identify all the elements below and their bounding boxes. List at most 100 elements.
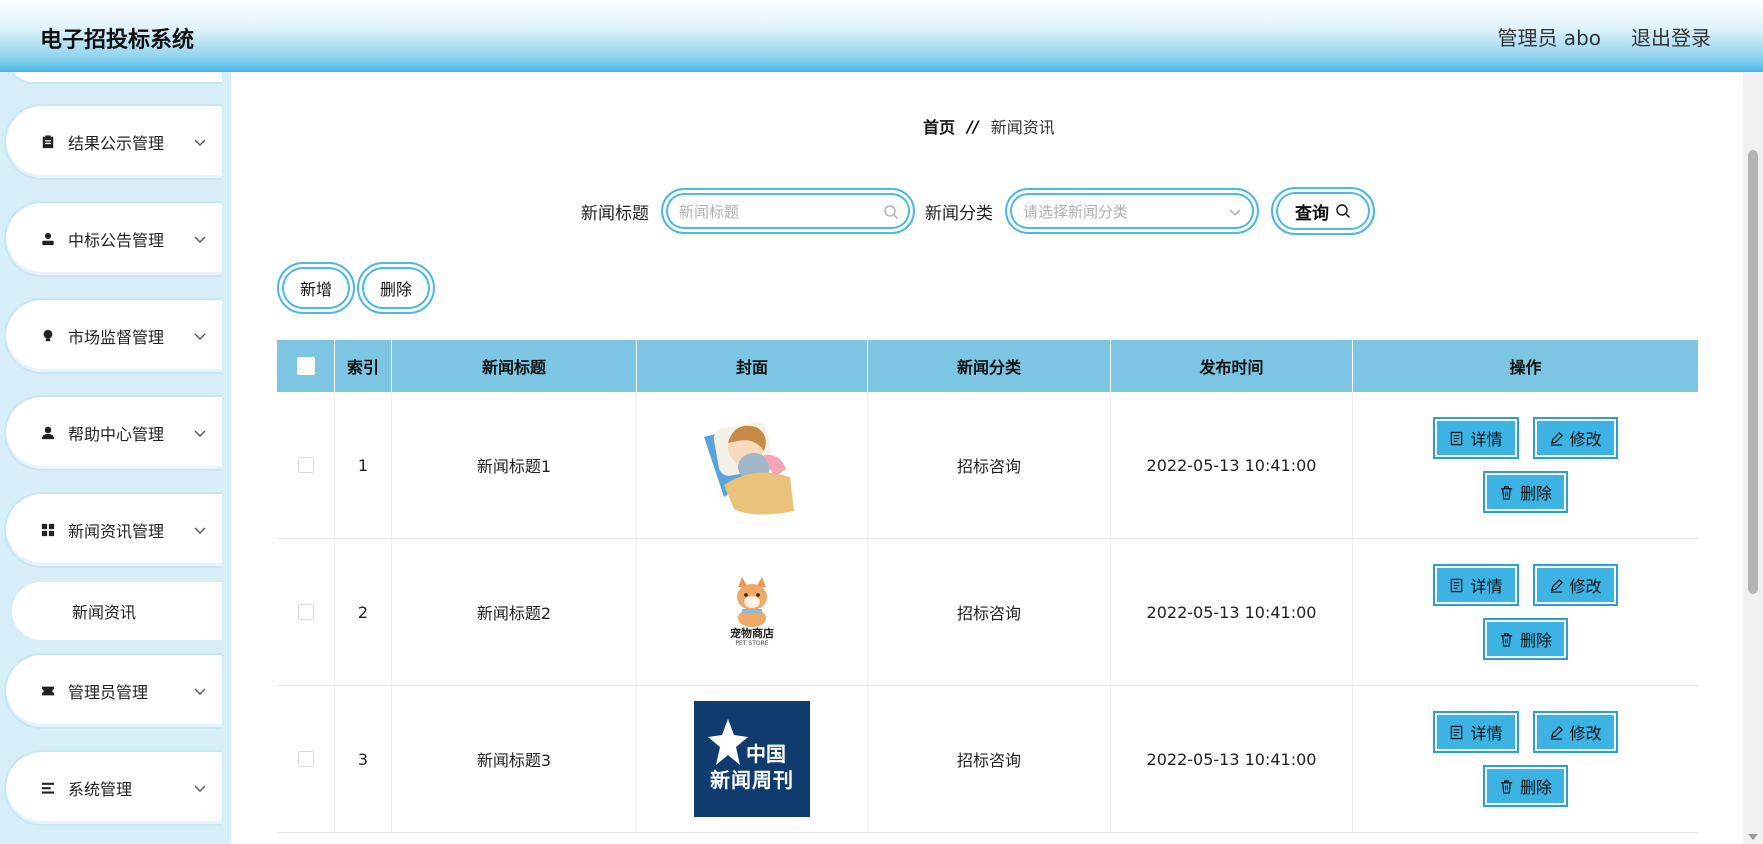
cover-image	[694, 407, 810, 523]
user-icon	[40, 231, 56, 247]
index-cell: 1	[335, 392, 392, 538]
category-select[interactable]: 请选择新闻分类	[1005, 188, 1259, 234]
scrollbar-thumb[interactable]	[1748, 150, 1758, 594]
table-row: 1 新闻标题1 招标咨询 2022-05-13 10:41:00 详情 修改 删…	[277, 392, 1698, 539]
breadcrumb-home[interactable]: 首页	[923, 114, 955, 138]
row-checkbox[interactable]	[297, 457, 314, 473]
sidebar-item-label: 管理员管理	[68, 683, 149, 702]
query-button[interactable]: 查询	[1271, 187, 1375, 235]
pencil-icon	[1550, 725, 1563, 740]
row-select-cell	[277, 539, 335, 685]
row-select-cell	[277, 686, 335, 832]
delete-button[interactable]: 删除	[1482, 765, 1568, 807]
add-button[interactable]: 新增	[277, 262, 355, 314]
time-cell: 2022-05-13 10:41:00	[1111, 686, 1353, 832]
trash-icon	[1500, 632, 1513, 647]
edit-button-label: 修改	[1569, 724, 1602, 743]
person-icon	[40, 425, 56, 441]
delete-button-label: 删除	[1519, 778, 1552, 797]
query-button-label: 查询	[1295, 203, 1329, 224]
user-label[interactable]: 管理员 abo	[1497, 22, 1601, 51]
chevron-down-icon	[194, 139, 206, 146]
china-newsweek-logo: 中国 新闻周刊	[694, 701, 810, 817]
pet-store-subtitle: PET STORE	[735, 639, 769, 647]
chevron-down-icon	[194, 333, 206, 340]
clipboard-icon	[40, 134, 56, 150]
pet-store-logo	[737, 576, 767, 627]
chevron-down-icon	[194, 688, 206, 695]
newsweek-title-2: 新闻周刊	[710, 768, 794, 792]
delete-button[interactable]: 删除	[1482, 471, 1568, 513]
time-cell: 2022-05-13 10:41:00	[1111, 539, 1353, 685]
sidebar-item-result-publicity[interactable]: 结果公示管理	[4, 104, 222, 180]
pencil-icon	[1550, 578, 1563, 593]
edit-button[interactable]: 修改	[1532, 711, 1618, 753]
title-search-input[interactable]: 新闻标题	[661, 188, 915, 234]
sidebar-item-admin-management[interactable]: 管理员管理	[4, 653, 222, 729]
table-row: 3 新闻标题3 中国 新闻周刊 招标咨询 2022-05-13 10:41:00	[277, 686, 1698, 833]
sidebar-item-label: 市场监督管理	[68, 328, 165, 347]
page-scrollbar[interactable]	[1743, 72, 1763, 844]
sidebar-item-help-center[interactable]: 帮助中心管理	[4, 395, 222, 471]
detail-button-label: 详情	[1470, 430, 1503, 449]
category-filter-label: 新闻分类	[925, 203, 993, 224]
index-cell: 3	[335, 686, 392, 832]
sidebar-item-label: 系统管理	[68, 780, 133, 799]
sidebar-subitem-news[interactable]: 新闻资讯	[12, 582, 222, 640]
index-cell: 2	[335, 539, 392, 685]
delete-button-label: 删除	[1519, 631, 1552, 650]
table-row: 2 新闻标题2 宠物商店 PET STORE 招标咨询 2022-05-13 1…	[277, 539, 1698, 686]
cover-image: 宠物商店 PET STORE	[694, 554, 810, 670]
detail-button[interactable]: 详情	[1433, 711, 1519, 753]
column-header: 封面	[637, 340, 868, 392]
sleeping-girl-image	[694, 407, 810, 523]
edit-button[interactable]: 修改	[1532, 417, 1618, 459]
cover-cell: 中国 新闻周刊	[637, 686, 868, 832]
trash-icon	[1500, 485, 1513, 500]
cover-cell	[637, 392, 868, 538]
news-table: 索引 新闻标题 封面 新闻分类 发布时间 操作 1 新闻标题1 招标咨询 202…	[277, 340, 1698, 833]
scroll-down-arrow-icon[interactable]	[1748, 834, 1758, 840]
search-bar: 新闻标题 新闻标题 新闻分类 请选择新闻分类 查询	[581, 187, 1375, 235]
sidebar-item-market-supervision[interactable]: 市场监督管理	[4, 298, 222, 374]
pet-store-title: 宠物商店	[730, 626, 774, 640]
cover-cell: 宠物商店 PET STORE	[637, 539, 868, 685]
logout-button[interactable]: 退出登录	[1631, 22, 1711, 51]
grid-icon	[40, 522, 56, 538]
sidebar-item-news-management[interactable]: 新闻资讯管理	[4, 492, 222, 568]
sidebar-subitem-label: 新闻资讯	[72, 603, 137, 622]
row-checkbox[interactable]	[297, 751, 314, 767]
sidebar-item-winning-notice[interactable]: 中标公告管理	[4, 201, 222, 277]
chevron-down-icon	[1229, 209, 1241, 216]
category-select-placeholder: 请选择新闻分类	[1023, 202, 1129, 221]
detail-button-label: 详情	[1470, 724, 1503, 743]
detail-button[interactable]: 详情	[1433, 417, 1519, 459]
trash-icon	[1500, 779, 1513, 794]
select-all-checkbox[interactable]	[296, 357, 315, 375]
sidebar-item-system-management[interactable]: 系统管理	[4, 750, 222, 826]
delete-button[interactable]: 删除	[1482, 618, 1568, 660]
document-icon	[1451, 578, 1463, 592]
action-bar: 新增 删除	[277, 262, 435, 314]
chevron-down-icon	[194, 527, 206, 534]
title-cell: 新闻标题1	[392, 392, 637, 538]
app-title: 电子招投标系统	[40, 28, 195, 53]
column-header: 操作	[1509, 358, 1542, 377]
sidebar-item-label: 帮助中心管理	[68, 425, 165, 444]
detail-button-label: 详情	[1470, 577, 1503, 596]
header-user-area: 管理员 abo 退出登录	[1497, 22, 1711, 51]
search-icon	[884, 205, 898, 219]
table-header: 索引 新闻标题 封面 新闻分类 发布时间 操作	[277, 340, 1698, 392]
category-cell: 招标咨询	[868, 392, 1111, 538]
ticket-icon	[40, 683, 56, 699]
title-search-placeholder: 新闻标题	[679, 202, 740, 221]
edit-button[interactable]: 修改	[1532, 564, 1618, 606]
detail-button[interactable]: 详情	[1433, 564, 1519, 606]
select-all-cell	[277, 340, 335, 392]
edit-button-label: 修改	[1569, 577, 1602, 596]
row-checkbox[interactable]	[297, 604, 314, 620]
sidebar-item-label: 中标公告管理	[68, 231, 165, 250]
batch-delete-button[interactable]: 删除	[357, 262, 435, 314]
sidebar-item-partial[interactable]	[4, 72, 222, 84]
bulb-icon	[40, 328, 56, 344]
